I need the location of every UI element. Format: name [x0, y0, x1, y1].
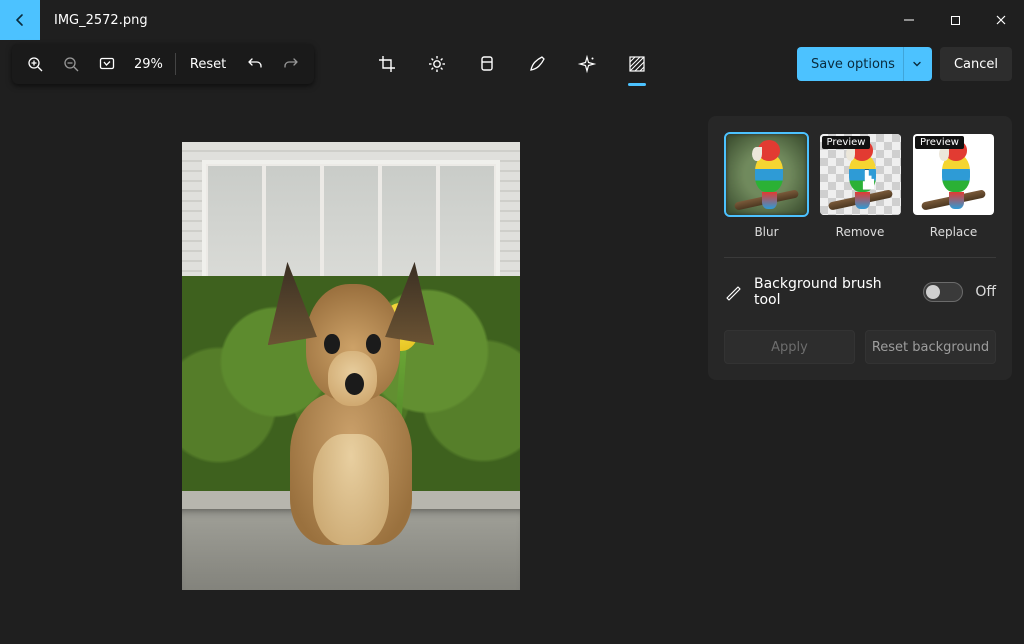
brush-icon [724, 283, 742, 301]
option-replace[interactable]: Preview Replace [911, 132, 996, 239]
zoom-in-button[interactable] [18, 47, 52, 81]
reset-label: Reset [190, 57, 226, 72]
sparkle-icon [577, 54, 597, 74]
filter-tab[interactable] [474, 47, 500, 81]
panel-actions: Apply Reset background [724, 330, 996, 364]
zoom-out-button[interactable] [54, 47, 88, 81]
thumb-blur [724, 132, 809, 217]
zoom-out-icon [62, 55, 80, 73]
save-options-label: Save options [811, 57, 895, 72]
crop-icon [377, 54, 397, 74]
option-blur-label: Blur [754, 225, 778, 239]
filter-icon [477, 54, 497, 74]
cancel-label: Cancel [954, 57, 998, 72]
separator [724, 257, 996, 258]
action-buttons: Save options Cancel [797, 47, 1012, 81]
apply-label: Apply [771, 340, 808, 355]
adjust-tab[interactable] [424, 47, 450, 81]
reset-zoom-button[interactable]: Reset [180, 47, 236, 81]
thumb-remove: Preview [818, 132, 903, 217]
cancel-button[interactable]: Cancel [940, 47, 1012, 81]
reset-bg-label: Reset background [872, 340, 989, 355]
crop-tab[interactable] [374, 47, 400, 81]
zoom-tool-group: 29% Reset [12, 44, 314, 84]
background-options: Blur Preview Remove Preview [724, 132, 996, 239]
minimize-button[interactable] [886, 0, 932, 40]
option-replace-label: Replace [930, 225, 977, 239]
close-button[interactable] [978, 0, 1024, 40]
toolbar: 29% Reset [0, 40, 1024, 88]
zoom-level: 29% [126, 57, 171, 72]
redo-icon [282, 55, 300, 73]
redo-button[interactable] [274, 47, 308, 81]
back-button[interactable] [0, 0, 40, 40]
workspace: Blur Preview Remove Preview [0, 88, 1024, 644]
markup-tab[interactable] [524, 47, 550, 81]
retouch-tab[interactable] [574, 47, 600, 81]
edit-mode-tabs [374, 47, 650, 81]
window-controls [886, 0, 1024, 40]
zoom-in-icon [26, 55, 44, 73]
maximize-button[interactable] [932, 0, 978, 40]
thumb-replace: Preview [911, 132, 996, 217]
brush-tool-label: Background brush tool [754, 276, 911, 308]
pen-icon [527, 54, 547, 74]
maximize-icon [950, 15, 961, 26]
option-remove-label: Remove [836, 225, 885, 239]
separator [175, 53, 176, 75]
background-panel: Blur Preview Remove Preview [708, 116, 1012, 380]
background-tab[interactable] [624, 47, 650, 81]
photo-preview [182, 142, 520, 590]
canvas-area[interactable] [0, 88, 708, 644]
close-icon [995, 14, 1007, 26]
back-arrow-icon [12, 12, 28, 28]
option-blur[interactable]: Blur [724, 132, 809, 239]
brush-tool-toggle[interactable] [923, 282, 963, 302]
reset-background-button[interactable]: Reset background [865, 330, 996, 364]
hand-cursor-icon [860, 170, 876, 190]
fit-screen-button[interactable] [90, 47, 124, 81]
save-options-button[interactable]: Save options [797, 47, 932, 81]
apply-button[interactable]: Apply [724, 330, 855, 364]
background-icon [627, 54, 647, 74]
undo-button[interactable] [238, 47, 272, 81]
file-title: IMG_2572.png [54, 13, 148, 28]
option-remove[interactable]: Preview Remove [818, 132, 903, 239]
fit-screen-icon [98, 55, 116, 73]
minimize-icon [903, 14, 915, 26]
preview-badge: Preview [915, 136, 964, 149]
brush-tool-row: Background brush tool Off [724, 276, 996, 308]
title-bar: IMG_2572.png [0, 0, 1024, 40]
undo-icon [246, 55, 264, 73]
chevron-down-icon [903, 47, 922, 81]
brightness-icon [427, 54, 447, 74]
preview-badge: Preview [822, 136, 871, 149]
brush-tool-state: Off [975, 284, 996, 300]
